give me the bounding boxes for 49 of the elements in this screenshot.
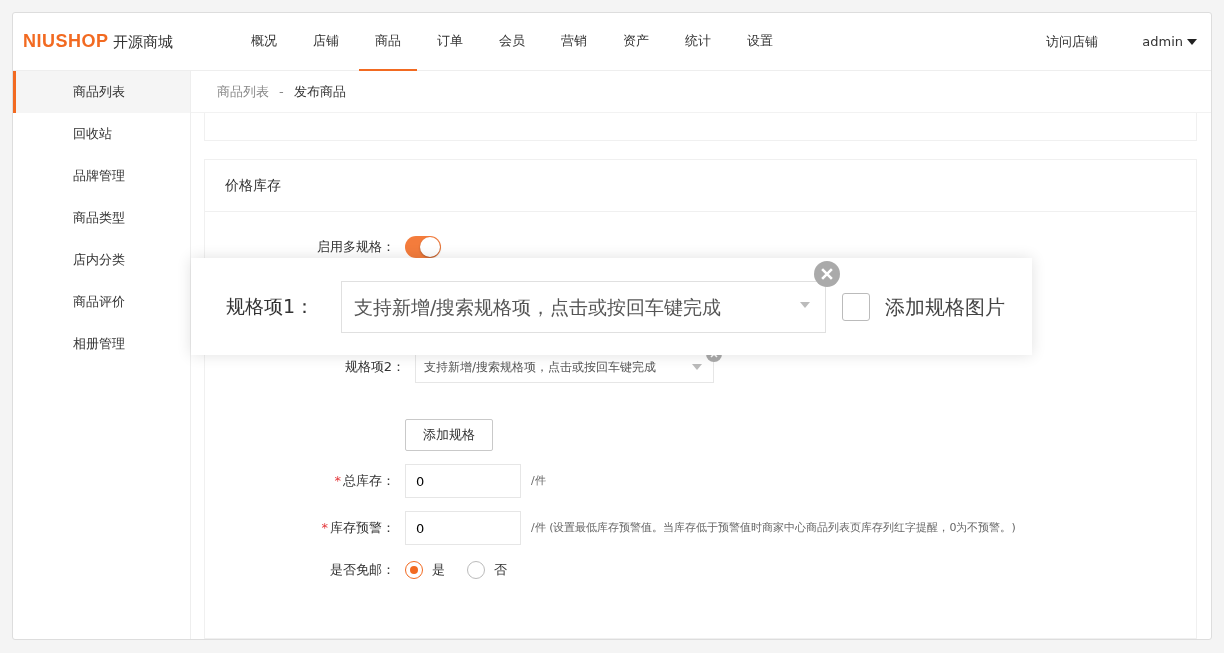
checkbox[interactable]: [842, 292, 870, 321]
checkbox-label: 添加规格图片: [885, 293, 1005, 321]
caret-icon: [692, 364, 702, 370]
number-input[interactable]: 0: [405, 464, 521, 498]
form-label: 规格项2：: [343, 358, 406, 377]
sidebar-item[interactable]: 店内分类: [13, 239, 190, 281]
radio-button[interactable]: [405, 560, 423, 579]
breadcrumb-current: 发布商品: [293, 82, 346, 101]
user-menu[interactable]: admin: [1136, 30, 1203, 53]
form-label: 是否免邮：: [329, 561, 396, 579]
nav-tab[interactable]: 店铺: [297, 13, 355, 71]
close-icon[interactable]: [814, 260, 840, 287]
sidebar-item[interactable]: 商品评价: [13, 281, 190, 323]
form-label: 启用多规格：: [316, 238, 396, 257]
toggle-switch[interactable]: [405, 236, 441, 258]
visit-store-link[interactable]: 访问店铺: [1046, 31, 1099, 52]
sidebar-item[interactable]: 商品类型: [13, 197, 190, 239]
nav-tab[interactable]: 商品: [359, 13, 417, 71]
number-input[interactable]: 0: [405, 511, 521, 545]
sidebar-item[interactable]: 商品列表: [13, 71, 190, 113]
nav-tab[interactable]: 设置: [731, 13, 789, 71]
radio-label: 否: [494, 561, 507, 579]
unit-hint: /件: [531, 472, 546, 489]
nav-tab[interactable]: 概况: [235, 13, 293, 71]
logo-subtitle: 开源商城: [112, 32, 173, 53]
nav-tab[interactable]: 订单: [421, 13, 479, 71]
form-label: 库存预警：: [330, 520, 395, 536]
form-label: 总库存：: [343, 473, 395, 489]
caret-icon: [1187, 38, 1197, 45]
sidebar-item[interactable]: 品牌管理: [13, 155, 190, 197]
radio-label: 是: [432, 561, 445, 579]
logo-wordmark: NIUSHOP: [23, 30, 109, 53]
spec-item-label: 规格项1：: [226, 294, 316, 320]
section-title: 价格库存: [205, 160, 1196, 212]
nav-tab[interactable]: 会员: [483, 13, 541, 71]
breadcrumb-link[interactable]: 商品列表: [217, 81, 269, 102]
nav-tab[interactable]: 资产: [607, 13, 665, 71]
spec-select-field[interactable]: 支持新增/搜索规格项，点击或按回车键完成: [341, 280, 826, 333]
nav-tab[interactable]: 营销: [545, 13, 603, 71]
breadcrumb-separator: -: [279, 82, 284, 101]
caret-icon: [800, 301, 810, 308]
unit-hint: /件 (设置最低库存预警值。当库存低于预警值时商家中心商品列表页库存列红字提醒，0为不预警。): [531, 519, 1016, 536]
sidebar-item[interactable]: 回收站: [13, 113, 190, 155]
radio-button[interactable]: [467, 560, 485, 579]
required-asterisk: *: [334, 473, 341, 489]
nav-tab[interactable]: 统计: [669, 13, 727, 71]
add-spec-button[interactable]: 添加规格: [405, 419, 493, 451]
required-asterisk: *: [321, 520, 328, 536]
sidebar-item[interactable]: 相册管理: [13, 323, 190, 365]
